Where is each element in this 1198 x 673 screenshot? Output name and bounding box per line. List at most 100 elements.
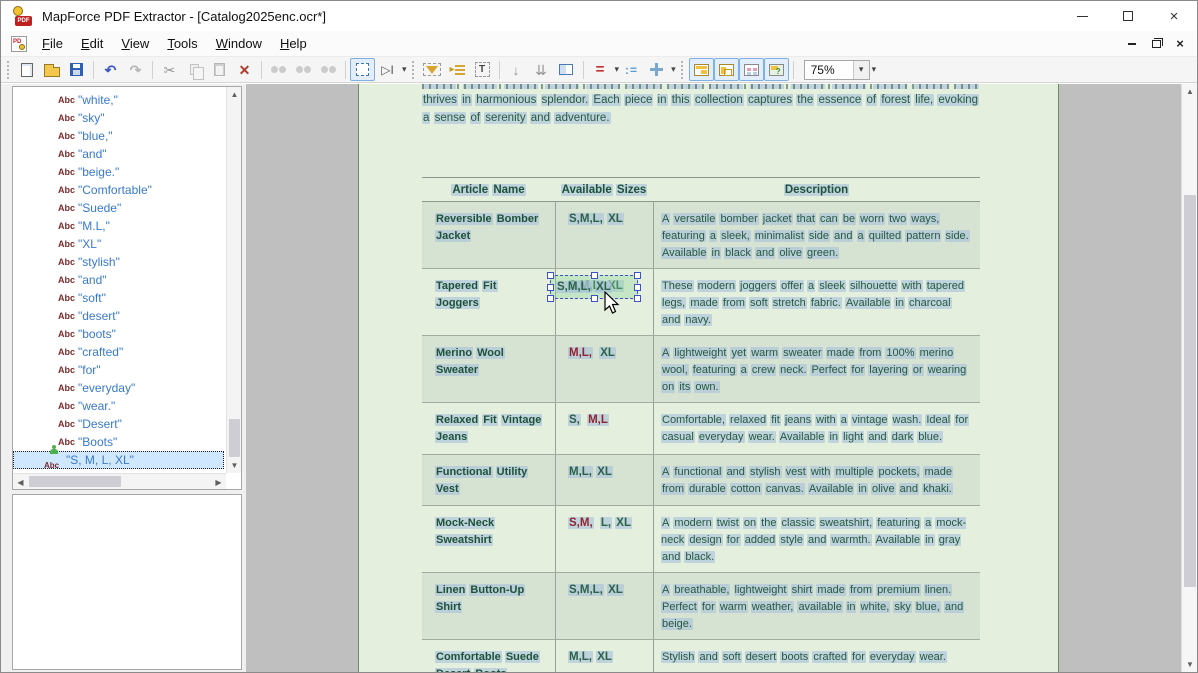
find-previous-button[interactable] [316,58,341,81]
layout-panels-button[interactable] [554,58,579,81]
list-item[interactable]: Abc"Boots" [13,433,226,451]
list-item[interactable]: Abc"Suede" [13,199,226,217]
list-item-selected[interactable]: Abc "S, M, L, XL" [13,451,224,469]
selection-handle[interactable] [634,295,641,302]
pdf-page[interactable]: thrives in harmonious splendor. Each pie… [358,84,1059,672]
undo-button[interactable]: ↶ [98,58,123,81]
view-preview-button[interactable] [764,58,789,81]
filter-button[interactable] [420,58,445,81]
selection-handle[interactable] [634,272,641,279]
selection-handle[interactable] [591,295,598,302]
scrollbar-thumb[interactable] [29,476,121,487]
move-down-button[interactable]: ↓ [504,58,529,81]
list-item[interactable]: Abc"M.L," [13,217,226,235]
sizes-cell[interactable]: S,M,L, XL [555,573,653,639]
minimize-button[interactable] [1059,1,1105,31]
list-item[interactable]: Abc"blue," [13,127,226,145]
list-item[interactable]: Abc"stylish" [13,253,226,271]
list-item[interactable]: Abc"and" [13,145,226,163]
list-item[interactable]: Abc"Comfortable" [13,181,226,199]
menu-help[interactable]: Help [271,31,316,57]
scroll-down-icon[interactable]: ▼ [1182,657,1198,672]
toolbar-grip[interactable] [680,61,685,79]
scroll-down-icon[interactable]: ▼ [227,458,242,473]
move-dropdown-caret[interactable]: ▾ [671,64,676,75]
menu-window[interactable]: Window [207,31,271,57]
list-item[interactable]: Abc"XL" [13,235,226,253]
zoom-combobox[interactable]: 75% ▾ [804,60,870,80]
list-item[interactable]: Abc"beige." [13,163,226,181]
maximize-button[interactable] [1105,1,1151,31]
pointer-tool-button[interactable]: ▷I [375,58,400,81]
equals-button[interactable]: = [588,58,613,81]
copy-button[interactable] [182,58,207,81]
mdi-restore-button[interactable] [1149,37,1163,51]
view-grid-button[interactable] [739,58,764,81]
new-button[interactable] [14,58,39,81]
find-button[interactable] [266,58,291,81]
list-item[interactable]: Abc"white," [13,91,226,109]
close-button[interactable]: × [1151,1,1197,31]
list-values-button[interactable]: := [619,58,644,81]
delete-button[interactable]: ✕ [232,58,257,81]
scroll-up-icon[interactable]: ▲ [227,87,242,102]
selection-handle[interactable] [547,272,554,279]
sizes-cell[interactable]: S,M,L, XL S,M [555,269,653,335]
extraction-selection-box[interactable]: S,M,L, XL [550,275,638,299]
sizes-cell[interactable]: S, M,L [555,403,653,454]
view-pdf-button[interactable] [689,58,714,81]
move-tool-button[interactable] [644,58,669,81]
selection-handle[interactable] [634,284,641,291]
sidebar-vertical-scrollbar[interactable]: ▲ ▼ [226,87,241,473]
pointer-dropdown-caret[interactable]: ▾ [402,64,407,75]
abc-string-icon: Abc [58,401,78,411]
selection-handle[interactable] [547,295,554,302]
cut-button[interactable]: ✂ [157,58,182,81]
list-item[interactable]: Abc"crafted" [13,343,226,361]
list-item[interactable]: Abc"everyday" [13,379,226,397]
list-item[interactable]: Abc"and" [13,271,226,289]
sizes-cell[interactable]: M,L, XL [555,640,653,672]
select-region-button[interactable] [350,58,375,81]
menu-tools[interactable]: Tools [158,31,206,57]
redo-button[interactable]: ↷ [123,58,148,81]
selection-handle[interactable] [591,272,598,279]
menu-file[interactable]: File [33,31,72,57]
find-next-button[interactable] [291,58,316,81]
menu-edit[interactable]: Edit [72,31,112,57]
sizes-cell[interactable]: S,M,L, XL [555,202,653,268]
document-vertical-scrollbar[interactable]: ▲ ▼ [1181,84,1197,672]
list-item[interactable]: Abc"Desert" [13,415,226,433]
sizes-cell[interactable]: M,L, XL [555,336,653,402]
list-item[interactable]: Abc"wear." [13,397,226,415]
scroll-right-icon[interactable]: ▶ [211,474,226,490]
scroll-up-icon[interactable]: ▲ [1182,84,1198,99]
list-item[interactable]: Abc"desert" [13,307,226,325]
zoom-dropdown-button[interactable]: ▾ [853,61,869,79]
scroll-left-icon[interactable]: ◀ [13,474,28,490]
sizes-cell[interactable]: S,M, L, XL [555,506,653,572]
menu-view[interactable]: View [112,31,158,57]
apply-to-list-button[interactable]: ▸ [445,58,470,81]
sidebar-horizontal-scrollbar[interactable]: ◀ ▶ [13,473,226,489]
open-button[interactable] [39,58,64,81]
paste-button[interactable] [207,58,232,81]
mdi-minimize-button[interactable] [1125,37,1139,51]
document-window-icon[interactable]: PD [11,36,27,52]
align-rows-button[interactable]: ⇊ [529,58,554,81]
sizes-cell[interactable]: M,L, XL [555,455,653,505]
view-template-button[interactable] [714,58,739,81]
text-capture-button[interactable]: T [470,58,495,81]
zoom-extra-caret[interactable]: ▾ [872,64,877,75]
list-item[interactable]: Abc"boots" [13,325,226,343]
scrollbar-thumb[interactable] [1184,195,1196,587]
scrollbar-thumb[interactable] [229,419,240,457]
list-item[interactable]: Abc"sky" [13,109,226,127]
list-item[interactable]: Abc"soft" [13,289,226,307]
toolbar-grip[interactable] [411,61,416,79]
list-item[interactable]: Abc"for" [13,361,226,379]
mdi-close-button[interactable]: × [1173,37,1187,51]
save-button[interactable] [64,58,89,81]
selection-handle[interactable] [547,284,554,291]
toolbar-grip[interactable] [5,61,10,79]
